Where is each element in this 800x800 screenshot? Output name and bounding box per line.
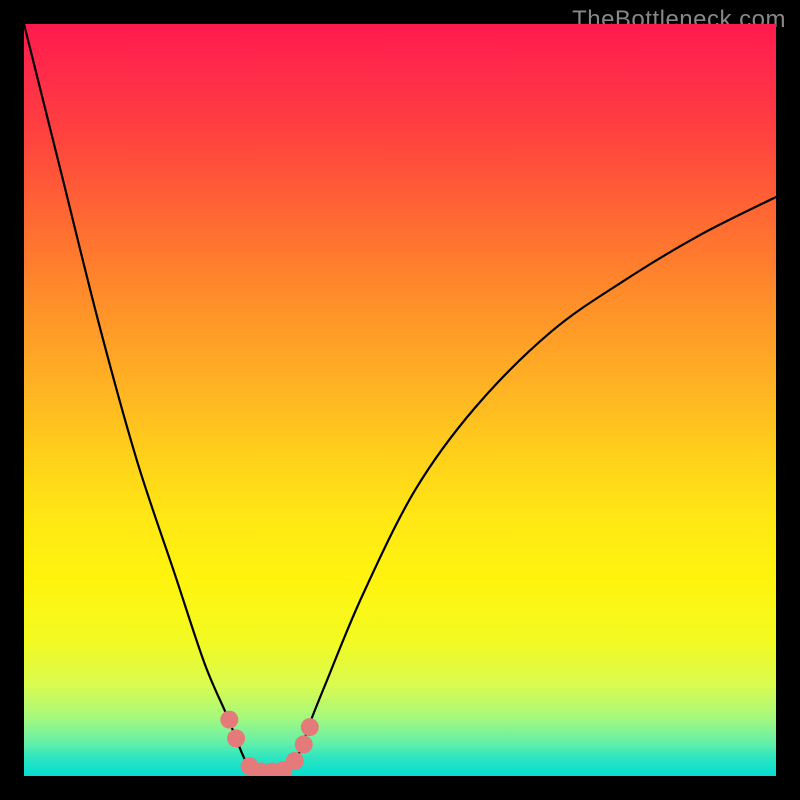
marker-dot bbox=[220, 711, 238, 729]
marker-dot bbox=[301, 718, 319, 736]
bottleneck-curve bbox=[24, 24, 776, 776]
chart-plot-area bbox=[24, 24, 776, 776]
marker-dot bbox=[295, 735, 313, 753]
marker-dot bbox=[227, 729, 245, 747]
chart-svg bbox=[24, 24, 776, 776]
minimum-markers bbox=[220, 711, 318, 776]
chart-frame: TheBottleneck.com bbox=[0, 0, 800, 800]
marker-dot bbox=[286, 752, 304, 770]
